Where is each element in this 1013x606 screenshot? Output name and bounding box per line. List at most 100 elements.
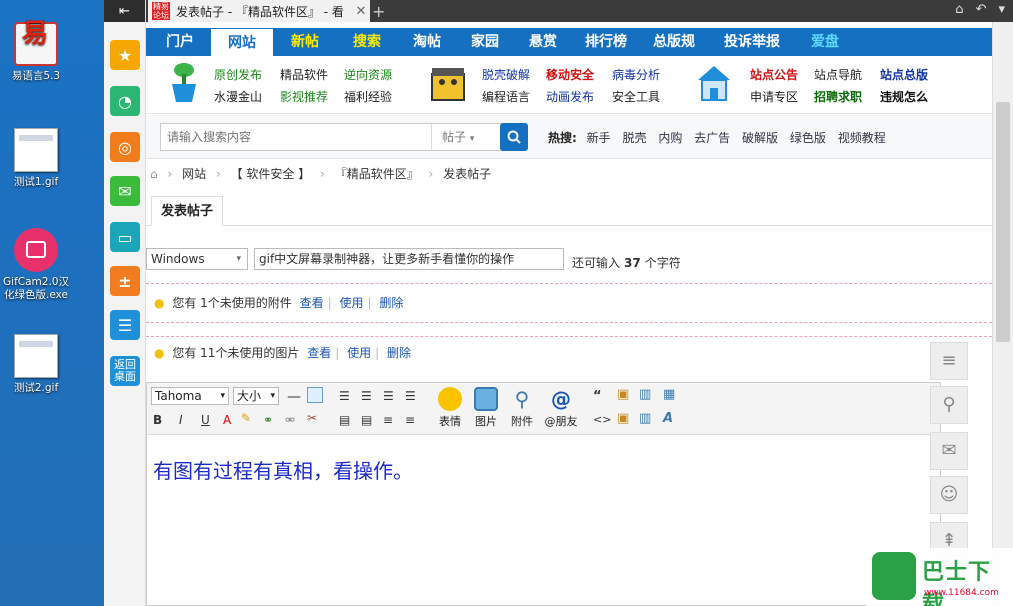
bag-icon[interactable]: ⌂ — [955, 2, 963, 17]
nav-item-site[interactable]: 网站 — [210, 28, 274, 56]
title-input[interactable]: gif中文屏幕录制神器，让更多新手看懂你的操作 — [254, 248, 564, 270]
nav-item-portal[interactable]: 门户 — [150, 28, 210, 56]
delete-link[interactable]: 删除 — [387, 346, 411, 360]
font-select[interactable]: Tahoma ▾ — [151, 387, 229, 405]
desktop-icon-yi[interactable]: 易语言5.3 — [0, 22, 72, 83]
undo-icon[interactable]: ↶ — [976, 2, 987, 17]
star-icon[interactable]: ★ — [110, 40, 140, 70]
align-right-icon[interactable]: ☰ — [383, 389, 394, 403]
calculator-icon[interactable]: ± — [110, 266, 140, 296]
desktop-icon-test1[interactable]: 测试1.gif — [0, 128, 72, 189]
bold-icon[interactable]: B — [153, 413, 162, 427]
float-left-icon[interactable]: ▤ — [339, 413, 350, 427]
browser-tab[interactable]: 精易论坛 发表帖子 - 『精品软件区』 - 看 ✕ — [148, 0, 370, 22]
search-button[interactable] — [500, 123, 528, 151]
sub-link[interactable]: 申请专区 — [750, 88, 798, 105]
search-type-select[interactable]: 帖子 ▾ — [431, 124, 503, 150]
horizontal-rule-icon[interactable]: — — [287, 389, 301, 405]
nav-item-home[interactable]: 家园 — [456, 28, 514, 56]
nav-item-new[interactable]: 新帖 — [274, 28, 336, 56]
chat-icon[interactable]: ✉ — [930, 432, 968, 470]
sub-link[interactable]: 站点导航 — [814, 66, 862, 83]
hot-item[interactable]: 视频教程 — [838, 131, 886, 145]
clock-icon[interactable]: ◔ — [110, 86, 140, 116]
view-link[interactable]: 查看 — [307, 346, 331, 360]
menu-icon[interactable]: ≡ — [930, 342, 968, 380]
emoji-button[interactable]: 表情 — [433, 387, 467, 429]
table-icon[interactable] — [307, 387, 323, 403]
use-link[interactable]: 使用 — [339, 296, 363, 310]
weibo-icon[interactable]: ◎ — [110, 132, 140, 162]
underline-icon[interactable]: U — [201, 413, 210, 427]
hot-item[interactable]: 脱壳 — [622, 131, 646, 145]
nav-item-rules[interactable]: 总版规 — [640, 28, 708, 56]
user-icon[interactable]: ☺ — [930, 476, 968, 514]
mention-button[interactable]: @ @朋友 — [541, 387, 581, 429]
hot-item[interactable]: 去广告 — [694, 131, 730, 145]
use-link[interactable]: 使用 — [347, 346, 371, 360]
code-icon[interactable]: <> — [593, 413, 611, 426]
sub-link[interactable]: 影视推荐 — [280, 88, 328, 105]
desktop-icon-test2[interactable]: 测试2.gif — [0, 334, 72, 395]
align-justify-icon[interactable]: ☰ — [405, 389, 416, 403]
chevron-down-icon[interactable]: ▾ — [998, 2, 1005, 17]
sub-link[interactable]: 移动安全 — [546, 66, 594, 83]
sub-link[interactable]: 安全工具 — [612, 88, 660, 105]
sub-link[interactable]: 脱壳破解 — [482, 66, 530, 83]
indent-icon[interactable]: ▥ — [639, 411, 651, 426]
text-style-icon[interactable]: A — [663, 411, 673, 426]
hot-item[interactable]: 新手 — [587, 131, 611, 145]
sub-link[interactable]: 招聘求职 — [814, 88, 862, 105]
align-left-icon[interactable]: ☰ — [339, 389, 350, 403]
italic-icon[interactable]: I — [179, 413, 183, 427]
breadcrumb-item[interactable]: 网站 — [182, 167, 206, 181]
image-button[interactable]: 图片 — [469, 387, 503, 429]
sub-link[interactable]: 逆向资源 — [344, 66, 392, 83]
wechat-icon[interactable]: ✉ — [110, 176, 140, 206]
sub-link[interactable]: 违规怎么 — [880, 88, 928, 105]
view-link[interactable]: 查看 — [300, 296, 324, 310]
nav-item-report[interactable]: 投诉举报 — [708, 28, 796, 56]
sub-link[interactable]: 病毒分析 — [612, 66, 660, 83]
sub-link[interactable]: 动画发布 — [546, 88, 594, 105]
new-tab-icon[interactable]: + — [372, 2, 385, 21]
desktop-icon-gifcam[interactable]: GifCam2.0汉 化绿色版.exe — [0, 228, 72, 302]
unordered-list-icon[interactable]: ≡ — [405, 413, 415, 427]
sub-link[interactable]: 水漫金山 — [214, 88, 262, 105]
category-select[interactable]: Windows ▾ — [146, 248, 248, 270]
scrollbar[interactable] — [992, 22, 1013, 606]
nav-item-search[interactable]: 搜索 — [336, 28, 398, 56]
back-icon[interactable]: ⇤ — [104, 0, 145, 22]
align-center-icon[interactable]: ☰ — [361, 389, 372, 403]
breadcrumb-item[interactable]: 『精品软件区』 — [335, 167, 419, 181]
link-icon[interactable]: ⚭ — [263, 413, 273, 427]
hot-item[interactable]: 绿色版 — [790, 131, 826, 145]
tab-post[interactable]: 发表帖子 — [151, 196, 223, 226]
size-select[interactable]: 大小 ▾ — [233, 387, 279, 405]
grid-icon[interactable]: ▦ — [663, 387, 675, 402]
sub-link[interactable]: 站点公告 — [750, 66, 798, 83]
page-icon[interactable]: ▥ — [639, 387, 651, 402]
attach-button[interactable]: ⚲ 附件 — [505, 387, 539, 429]
sub-link[interactable]: 编程语言 — [482, 88, 530, 105]
font-color-icon[interactable]: A — [223, 413, 231, 427]
sub-link[interactable]: 站点总版 — [880, 66, 928, 83]
highlight-icon[interactable]: ✎ — [241, 411, 251, 425]
sub-link[interactable]: 精品软件 — [280, 66, 328, 83]
scrollbar-thumb[interactable] — [996, 102, 1010, 342]
editor-content[interactable]: 有图有过程有真相，看操作。 — [147, 435, 940, 504]
computer-icon[interactable]: ▭ — [110, 222, 140, 252]
search-input[interactable] — [161, 124, 431, 150]
nav-item-ranking[interactable]: 排行榜 — [572, 28, 640, 56]
sub-link[interactable]: 福利经验 — [344, 88, 392, 105]
sub-link[interactable]: 原创发布 — [214, 66, 262, 83]
close-icon[interactable]: ✕ — [352, 4, 370, 19]
ordered-list-icon[interactable]: ≡ — [383, 413, 393, 427]
clear-format-icon[interactable]: ✂ — [307, 411, 317, 425]
delete-link[interactable]: 删除 — [379, 296, 403, 310]
notepad-icon[interactable]: ☰ — [110, 310, 140, 340]
quote-icon[interactable]: “ — [593, 389, 602, 404]
nav-item-aipan[interactable]: 爱盘 — [796, 28, 854, 56]
search-icon[interactable]: ⚲ — [930, 386, 968, 424]
nav-item-taotie[interactable]: 淘帖 — [398, 28, 456, 56]
